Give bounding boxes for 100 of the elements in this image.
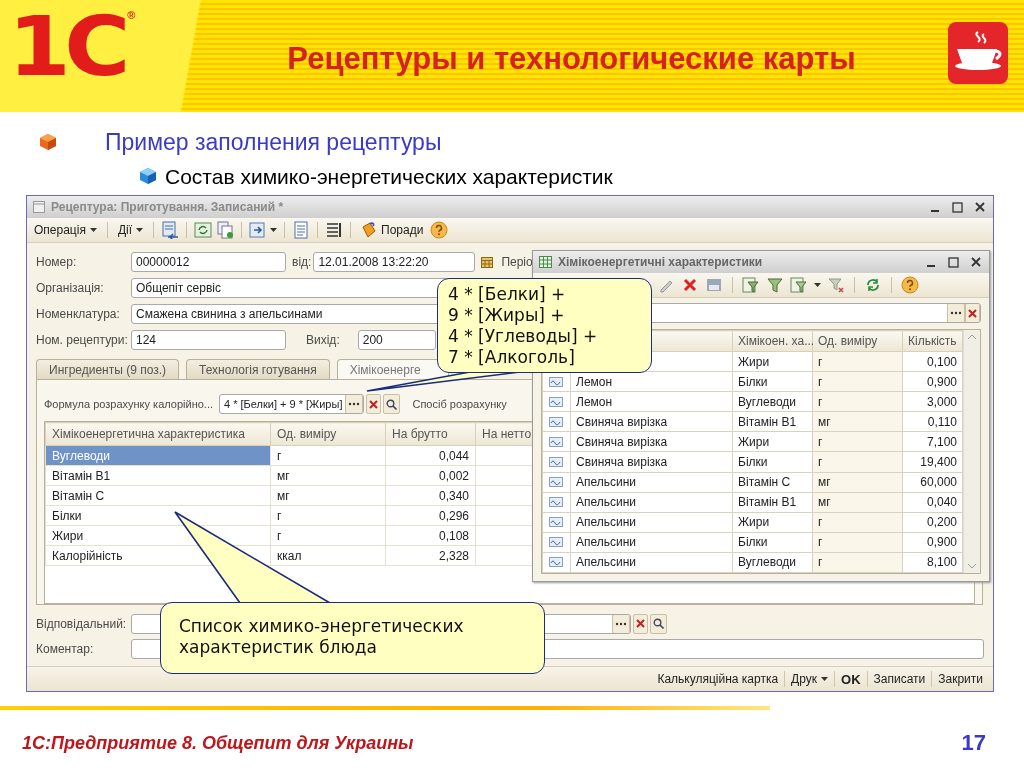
menu-button[interactable]: Операція: [31, 223, 100, 237]
column-header: На брутто: [385, 422, 476, 446]
help-icon[interactable]: [901, 276, 919, 294]
field-label: Вихід:: [306, 333, 340, 347]
select-button[interactable]: [345, 395, 364, 413]
delete-icon[interactable]: [681, 276, 699, 294]
calendar-icon[interactable]: [481, 256, 494, 268]
footer-button[interactable]: Закрити: [931, 671, 989, 687]
table-cell: г: [270, 505, 386, 526]
copy-icon[interactable]: [216, 221, 235, 239]
row-icon: [549, 557, 563, 568]
caret-icon: [89, 228, 97, 232]
caret-icon: [270, 228, 278, 232]
close-icon[interactable]: [975, 202, 985, 212]
formula-field[interactable]: 4 * [Белки] + 9 * [Жиры]: [219, 394, 365, 414]
column-header: Хімікоен. ха...: [732, 330, 813, 352]
list-icon[interactable]: [325, 221, 344, 239]
table-cell: 0,900: [902, 532, 963, 553]
table-cell: г: [270, 525, 386, 546]
table-cell: 0,200: [902, 512, 963, 533]
row-icon: [549, 396, 563, 407]
table-cell: 8,100: [902, 552, 963, 573]
page-number: 17: [961, 732, 986, 754]
field-label: від:: [292, 255, 312, 269]
ellipsis-icon: [615, 621, 627, 626]
search-button[interactable]: [383, 394, 401, 414]
search-icon: [653, 618, 664, 629]
clear-icon: [968, 308, 977, 318]
text-field[interactable]: 124: [131, 330, 286, 350]
table-cell: 0,044: [385, 445, 476, 466]
table-cell: 0,040: [902, 492, 963, 513]
footer-button[interactable]: OK: [834, 671, 867, 687]
text-field[interactable]: 00000012: [131, 252, 286, 272]
tab[interactable]: Хімікоенерге: [336, 359, 449, 379]
row-icon: [549, 517, 563, 528]
table-cell: Вітамін С: [732, 472, 813, 493]
table-cell: 0,900: [902, 371, 963, 392]
table-cell: 0,108: [385, 525, 476, 546]
bullet-text: Пример заполнения рецептуры: [105, 130, 442, 154]
table-cell: Жири: [732, 431, 813, 452]
column-header: Кількість: [902, 330, 963, 352]
footer-button[interactable]: Калькуляційна картка: [651, 671, 785, 687]
row-icon: [549, 457, 563, 467]
table-cell: Свиняча вирізка: [570, 431, 733, 452]
field-label: Номенклатура:: [36, 307, 121, 321]
cube-icon: [39, 133, 57, 151]
clear-filter-icon[interactable]: [827, 276, 845, 294]
menu-button[interactable]: Дії: [114, 223, 147, 237]
footer-button[interactable]: Записати: [866, 671, 932, 687]
clear-icon: [369, 399, 379, 409]
tab[interactable]: Ингредиенты (9 поз.): [36, 359, 180, 379]
document-arrow-icon[interactable]: [161, 221, 180, 239]
table-cell: Вуглеводи: [45, 445, 271, 466]
table-cell: Лемон: [570, 391, 733, 412]
row-icon: [549, 376, 563, 387]
close-icon[interactable]: [971, 257, 981, 267]
field-label: Спосіб розрахунку: [412, 398, 507, 410]
help-icon[interactable]: [430, 221, 449, 239]
text-field[interactable]: 200: [357, 330, 436, 350]
maximize-icon[interactable]: [948, 256, 959, 268]
field-label: Номер:: [36, 255, 78, 269]
row-icon: [549, 497, 563, 508]
footer-button[interactable]: Друк: [784, 671, 834, 687]
row-icon: [549, 477, 563, 488]
field-label: Ном. рецептури:: [36, 333, 129, 347]
table-cell: 7,100: [902, 431, 963, 452]
clear-button[interactable]: [366, 394, 382, 414]
filter-icon[interactable]: [790, 276, 808, 294]
hint-button[interactable]: Поради: [358, 221, 427, 239]
table-cell: Вітамін В1: [732, 492, 813, 513]
table-cell: 60,000: [902, 472, 963, 493]
table-cell: мг: [270, 485, 386, 506]
filter-icon[interactable]: [766, 276, 784, 294]
column-header: Од. виміру: [270, 422, 386, 446]
table-cell: 3,000: [902, 391, 963, 412]
refresh-icon[interactable]: [194, 221, 213, 239]
search-icon: [386, 398, 398, 410]
table-cell: Жири: [732, 512, 813, 533]
table-cell: Апельсини: [570, 552, 733, 573]
clear-button[interactable]: [633, 613, 648, 634]
maximize-icon[interactable]: [952, 201, 963, 213]
tab[interactable]: Технологія готування: [186, 359, 330, 379]
table-cell: 0,100: [902, 351, 963, 372]
select-button[interactable]: [612, 614, 630, 633]
table-icon: [539, 256, 552, 268]
refresh-icon[interactable]: [864, 276, 882, 294]
table-cell: г: [270, 445, 386, 466]
caret-icon: [136, 228, 144, 232]
date-field[interactable]: 12.01.2008 13:22:20: [313, 252, 476, 272]
search-button[interactable]: [650, 613, 667, 634]
clear-button[interactable]: [965, 304, 980, 322]
select-button[interactable]: [947, 304, 965, 322]
field-label: Коментар:: [36, 641, 95, 656]
table-cell: 0,110: [902, 411, 963, 432]
table-cell: 0,296: [385, 505, 476, 526]
window-icon: [33, 201, 45, 213]
row-icon: [549, 436, 563, 447]
table-cell: Апельсини: [570, 512, 733, 533]
table-cell: 2,328: [385, 545, 476, 566]
filter-icon[interactable]: [742, 276, 760, 294]
